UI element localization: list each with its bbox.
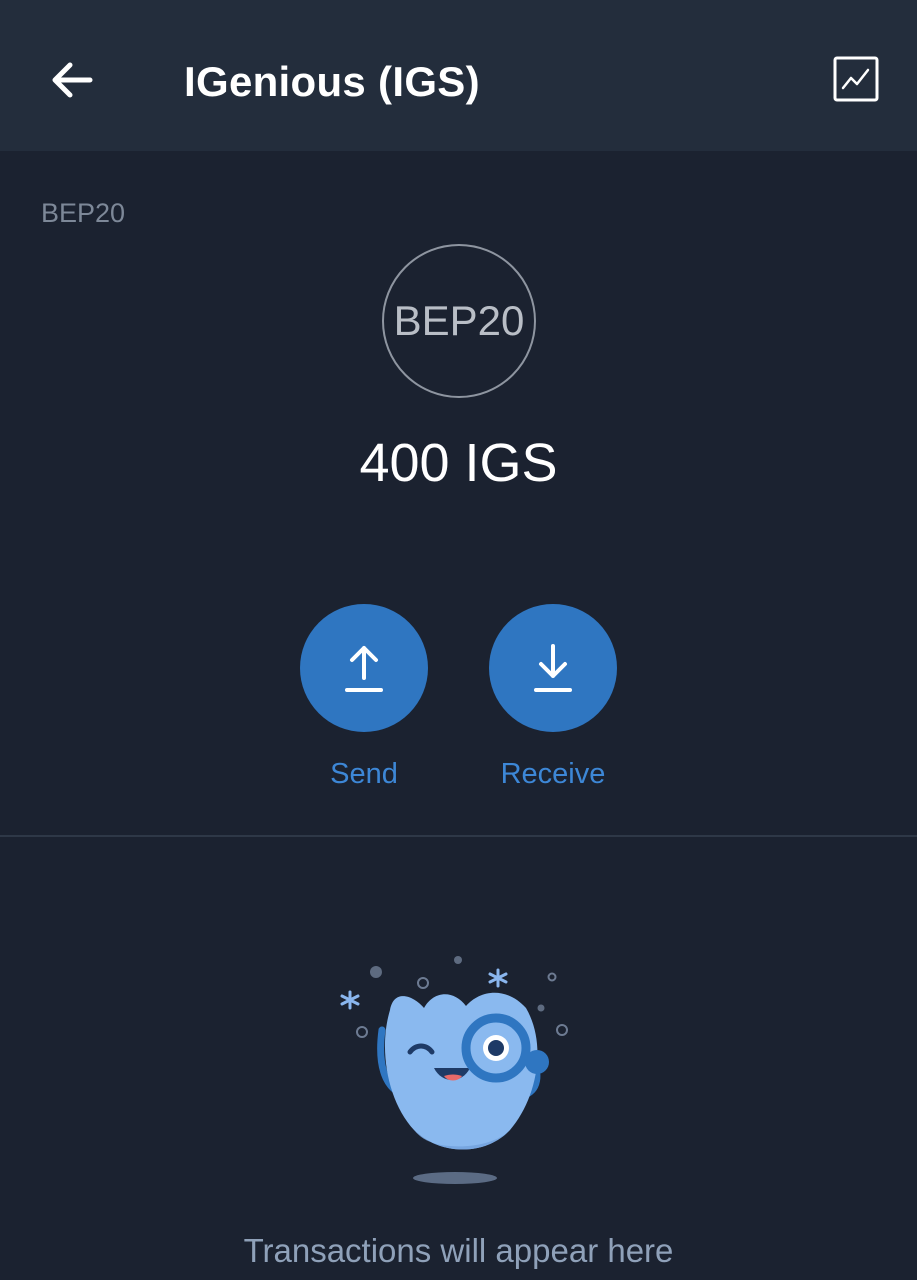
network-label: BEP20: [41, 198, 126, 228]
page-title: IGenious (IGS): [184, 58, 480, 105]
top-app-bar: IGenious (IGS): [0, 0, 917, 151]
magnifier-mascot-icon: [340, 956, 568, 1184]
receive-label[interactable]: Receive: [453, 758, 653, 791]
back-button[interactable]: [40, 50, 104, 110]
token-logo: BEP20: [382, 244, 536, 398]
send-button[interactable]: [300, 604, 428, 732]
token-balance: 400 IGS: [359, 433, 558, 493]
section-divider: [0, 835, 917, 837]
receive-button[interactable]: [489, 604, 617, 732]
token-logo-text: BEP20: [393, 297, 525, 344]
arrow-left-icon: [52, 62, 93, 98]
price-chart-button[interactable]: [828, 51, 884, 107]
line-chart-icon: [833, 56, 879, 102]
send-label[interactable]: Send: [264, 758, 464, 791]
empty-transactions-message: Transactions will appear here: [243, 1232, 674, 1269]
download-arrow-icon: [534, 644, 572, 692]
upload-arrow-icon: [345, 646, 383, 692]
